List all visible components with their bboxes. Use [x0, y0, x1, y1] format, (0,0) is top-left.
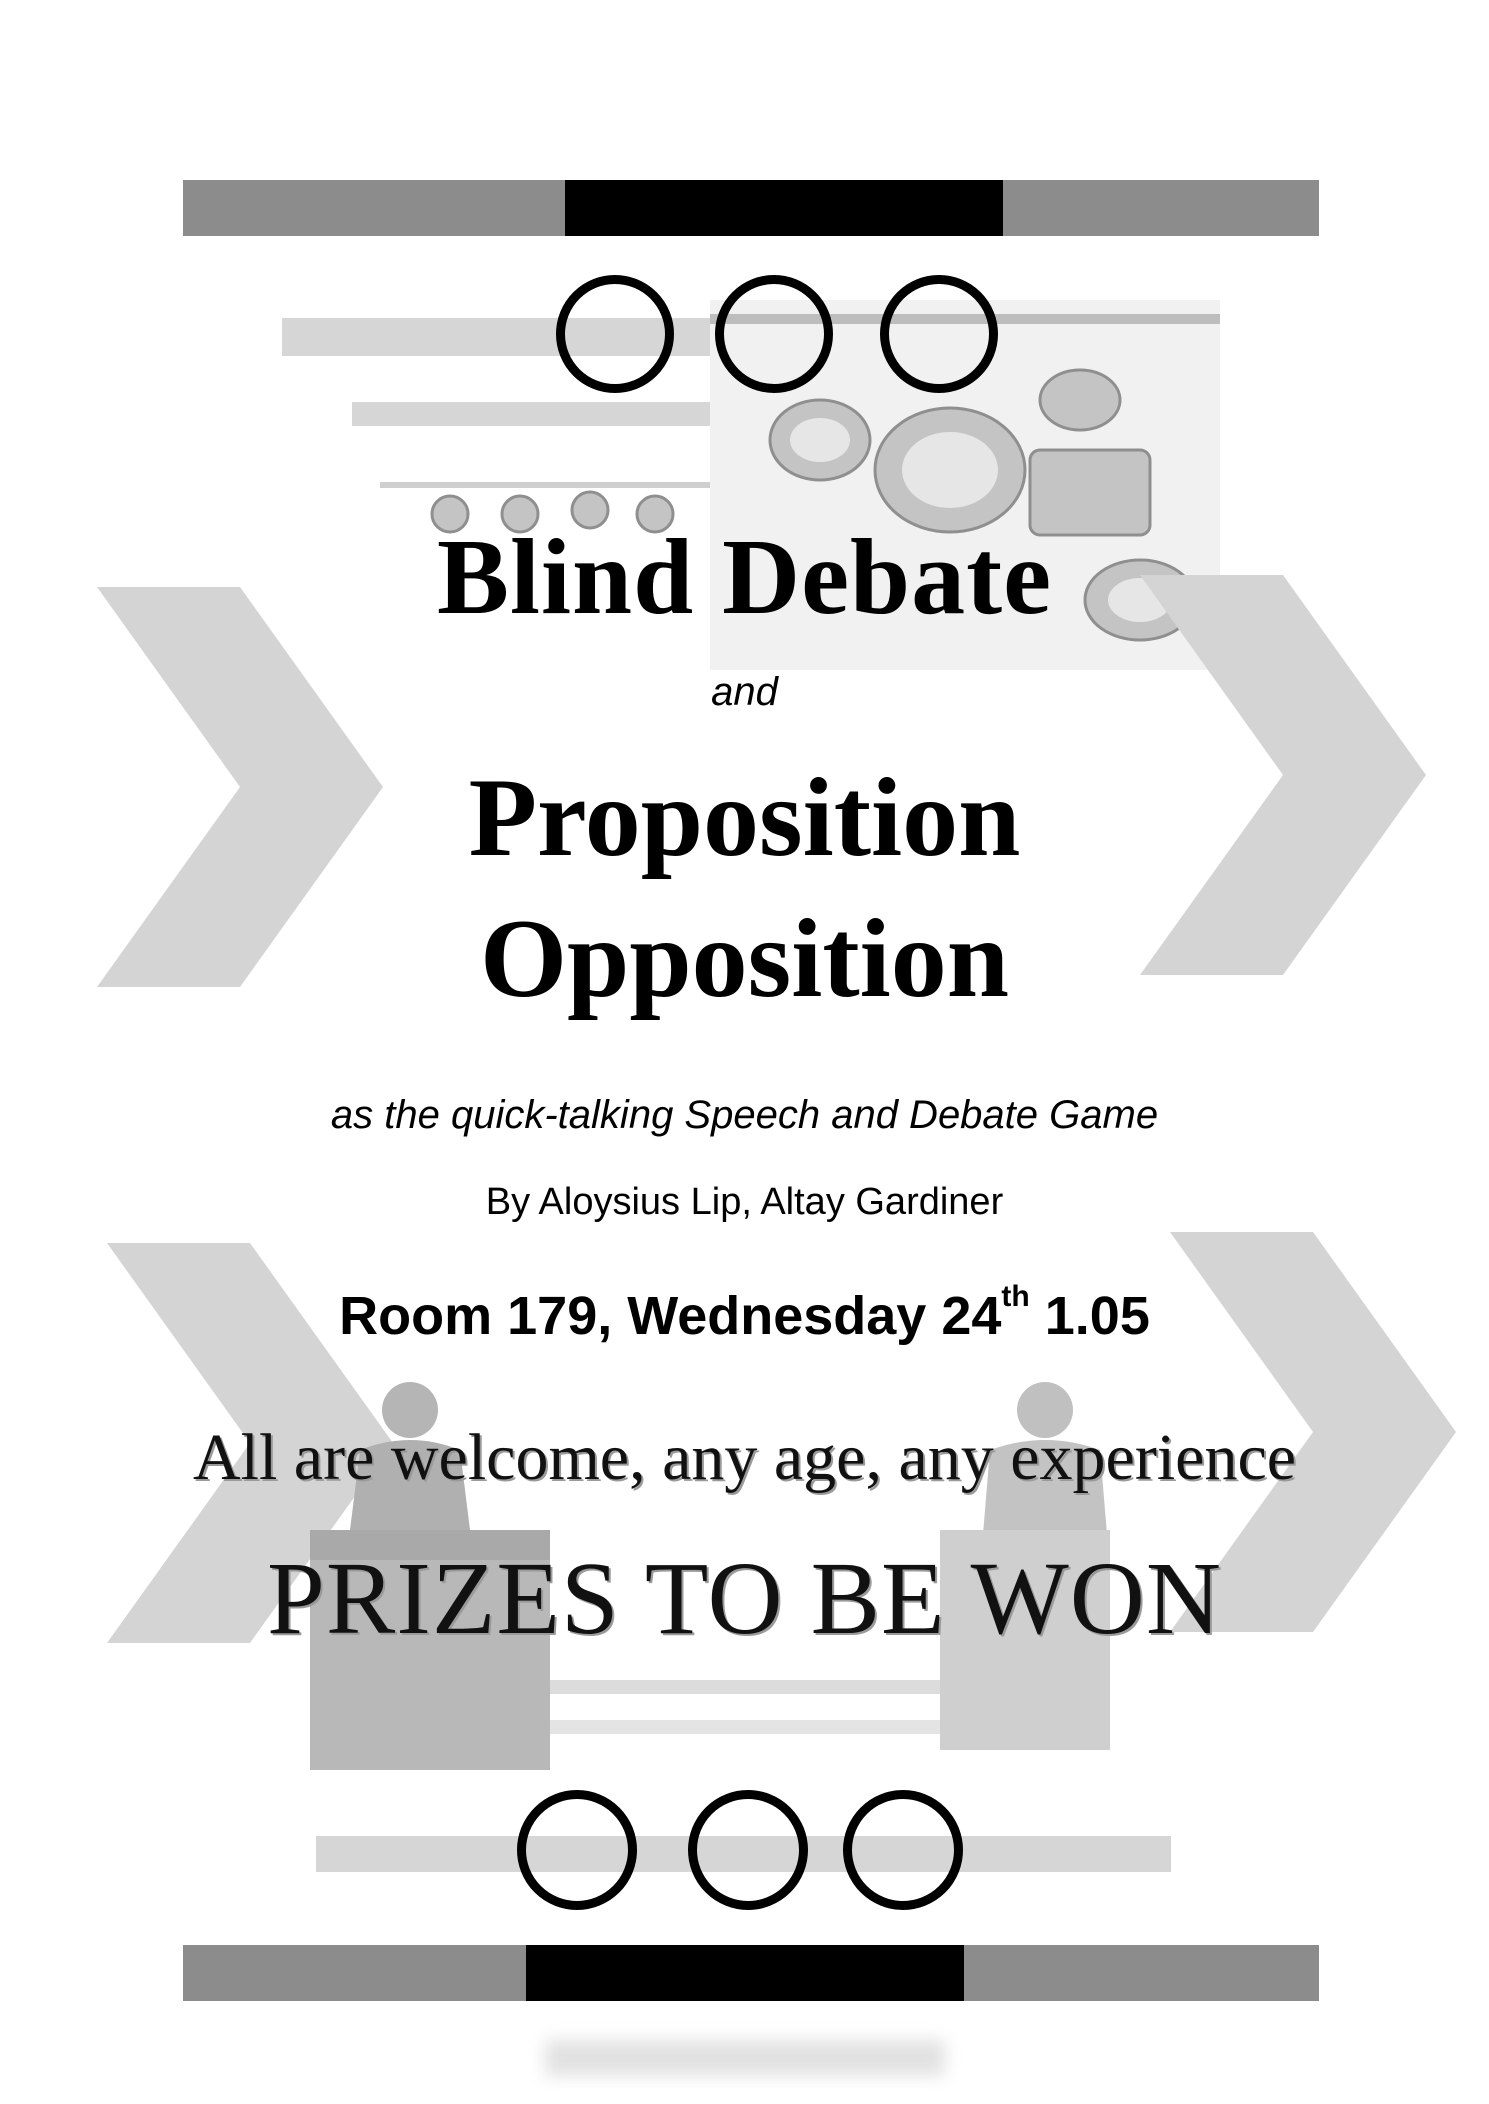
title-proposition: Proposition [468, 756, 1021, 880]
connector-text: and [711, 670, 778, 714]
circle-ring-icon [517, 1790, 637, 1910]
circle-ring-icon [556, 275, 674, 393]
blurred-shadow [545, 2040, 945, 2076]
circle-ring-icon [880, 275, 998, 393]
circle-ring-icon [843, 1790, 963, 1910]
venue-line: Room 179, Wednesday 24th 1.05 [0, 1282, 1489, 1348]
bottom-bar-black [526, 1945, 964, 2001]
authors: By Aloysius Lip, Altay Gardiner [485, 1181, 1004, 1223]
venue-prefix: Room 179, Wednesday 24 [339, 1286, 1002, 1346]
circle-ring-icon [688, 1790, 808, 1910]
welcome-line: All are welcome, any age, any experience [192, 1421, 1297, 1494]
venue-time: 1.05 [1044, 1286, 1150, 1346]
venue-suffix: th [1001, 1280, 1030, 1313]
poster-title: Blind Debate [436, 518, 1053, 637]
poster-page: { "poster": { "title": "Blind Debate", "… [0, 0, 1489, 2104]
circle-ring-icon [715, 275, 833, 393]
top-bar-black [565, 180, 1003, 236]
prizes-line: PRIZES TO BE WON [267, 1541, 1222, 1656]
title-opposition: Opposition [479, 897, 1010, 1021]
tagline: as the quick-talking Speech and Debate G… [330, 1093, 1159, 1137]
